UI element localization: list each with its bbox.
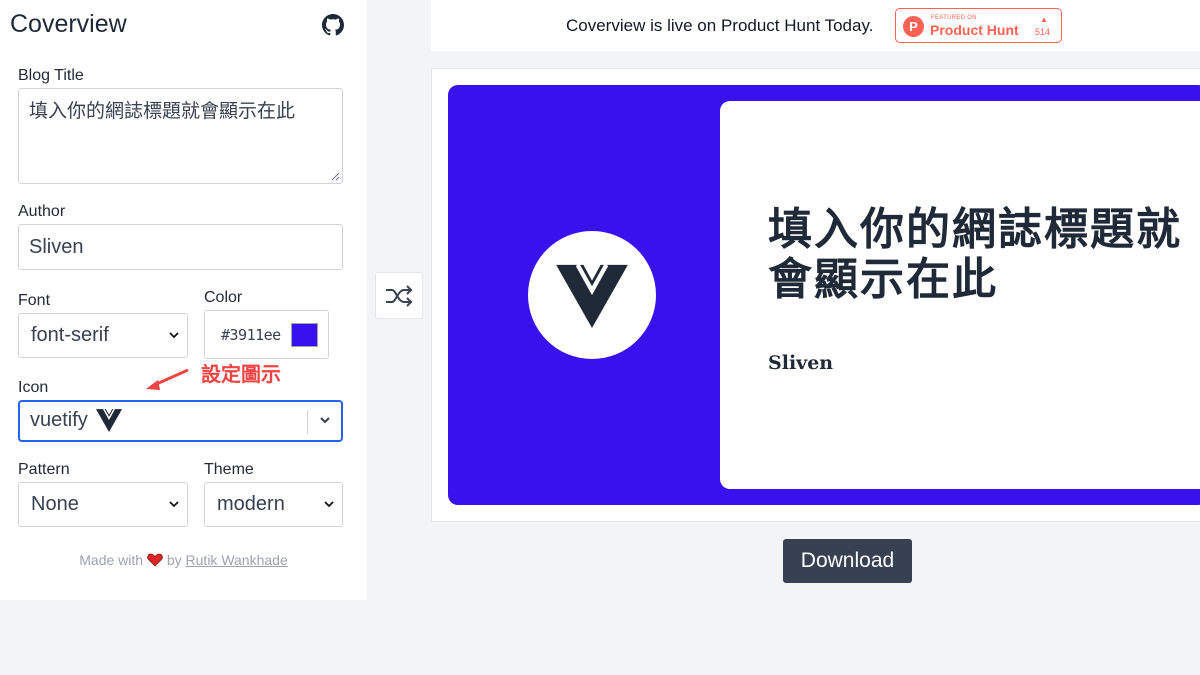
credit-line: Made with by Rutik Wankhade: [0, 552, 367, 568]
vuetify-icon: [95, 408, 122, 432]
chevron-down-icon: [324, 501, 334, 508]
select-separator: [307, 410, 308, 434]
cover-preview-frame: 填入你的網誌標題就會顯示在此 Sliven: [431, 68, 1200, 522]
pattern-select[interactable]: None: [18, 482, 188, 527]
chevron-down-icon: [169, 501, 179, 508]
credit-by: by: [166, 552, 182, 568]
pattern-select-value: None: [31, 493, 79, 515]
pattern-label: Pattern: [18, 461, 70, 478]
vuetify-icon: [556, 263, 628, 328]
app-title: Coverview: [10, 10, 127, 38]
author-value: Sliven: [29, 236, 84, 258]
font-select[interactable]: font-serif: [18, 313, 188, 358]
cover-icon-circle: [528, 231, 656, 359]
shuffle-button[interactable]: [375, 272, 423, 319]
theme-select[interactable]: modern: [204, 482, 343, 527]
upvote-triangle-icon: ▲: [1040, 15, 1048, 24]
ph-name: Product Hunt: [930, 22, 1019, 38]
credit-made-with: Made with: [79, 552, 144, 568]
author-label: Author: [18, 203, 66, 220]
product-hunt-logo-icon: P: [903, 16, 924, 37]
icon-select[interactable]: vuetify: [18, 400, 343, 442]
author-link[interactable]: Rutik Wankhade: [186, 552, 288, 568]
chevron-down-icon: [169, 332, 179, 339]
product-hunt-badge[interactable]: P FEATURED ON Product Hunt ▲ 514: [895, 8, 1062, 43]
theme-label: Theme: [204, 461, 254, 478]
theme-select-value: modern: [217, 493, 285, 515]
color-label: Color: [204, 289, 243, 306]
chevron-down-icon[interactable]: [318, 413, 332, 427]
sidebar: Coverview Blog Title 填入你的網誌標題就會顯示在此 Auth…: [0, 0, 367, 600]
annotation-label: 設定圖示: [201, 362, 281, 386]
color-picker[interactable]: #3911ee: [204, 310, 329, 359]
resize-grip-icon[interactable]: [331, 172, 340, 181]
annotation-arrow-icon: [146, 368, 189, 390]
font-select-value: font-serif: [31, 324, 109, 346]
blog-title-value: 填入你的網誌標題就會顯示在此: [29, 101, 296, 122]
announcement-banner: Coverview is live on Product Hunt Today.…: [431, 0, 1200, 51]
cover-card: 填入你的網誌標題就會顯示在此 Sliven: [720, 101, 1200, 489]
icon-select-value-wrap: vuetify: [30, 408, 122, 432]
ph-upvote-count: 514: [1035, 27, 1051, 37]
banner-text: Coverview is live on Product Hunt Today.: [566, 16, 874, 35]
cover-title: 填入你的網誌標題就會顯示在此: [768, 204, 1182, 305]
cover-image: 填入你的網誌標題就會顯示在此 Sliven: [448, 85, 1200, 505]
ph-featured-text: FEATURED ON: [931, 15, 977, 21]
color-hex-value: #3911ee: [221, 326, 281, 344]
blog-title-label: Blog Title: [18, 67, 84, 84]
download-button[interactable]: Download: [783, 539, 912, 583]
blog-title-textarea[interactable]: 填入你的網誌標題就會顯示在此: [18, 88, 343, 184]
heart-icon: [147, 553, 163, 567]
color-swatch[interactable]: [291, 323, 318, 347]
page-footer-area: [0, 600, 1200, 675]
icon-select-value: vuetify: [30, 408, 88, 431]
author-input[interactable]: Sliven: [18, 224, 343, 270]
shuffle-icon: [386, 284, 413, 307]
cover-author: Sliven: [768, 352, 834, 374]
icon-label: Icon: [18, 379, 49, 396]
github-icon[interactable]: [322, 14, 344, 36]
font-label: Font: [18, 292, 51, 309]
